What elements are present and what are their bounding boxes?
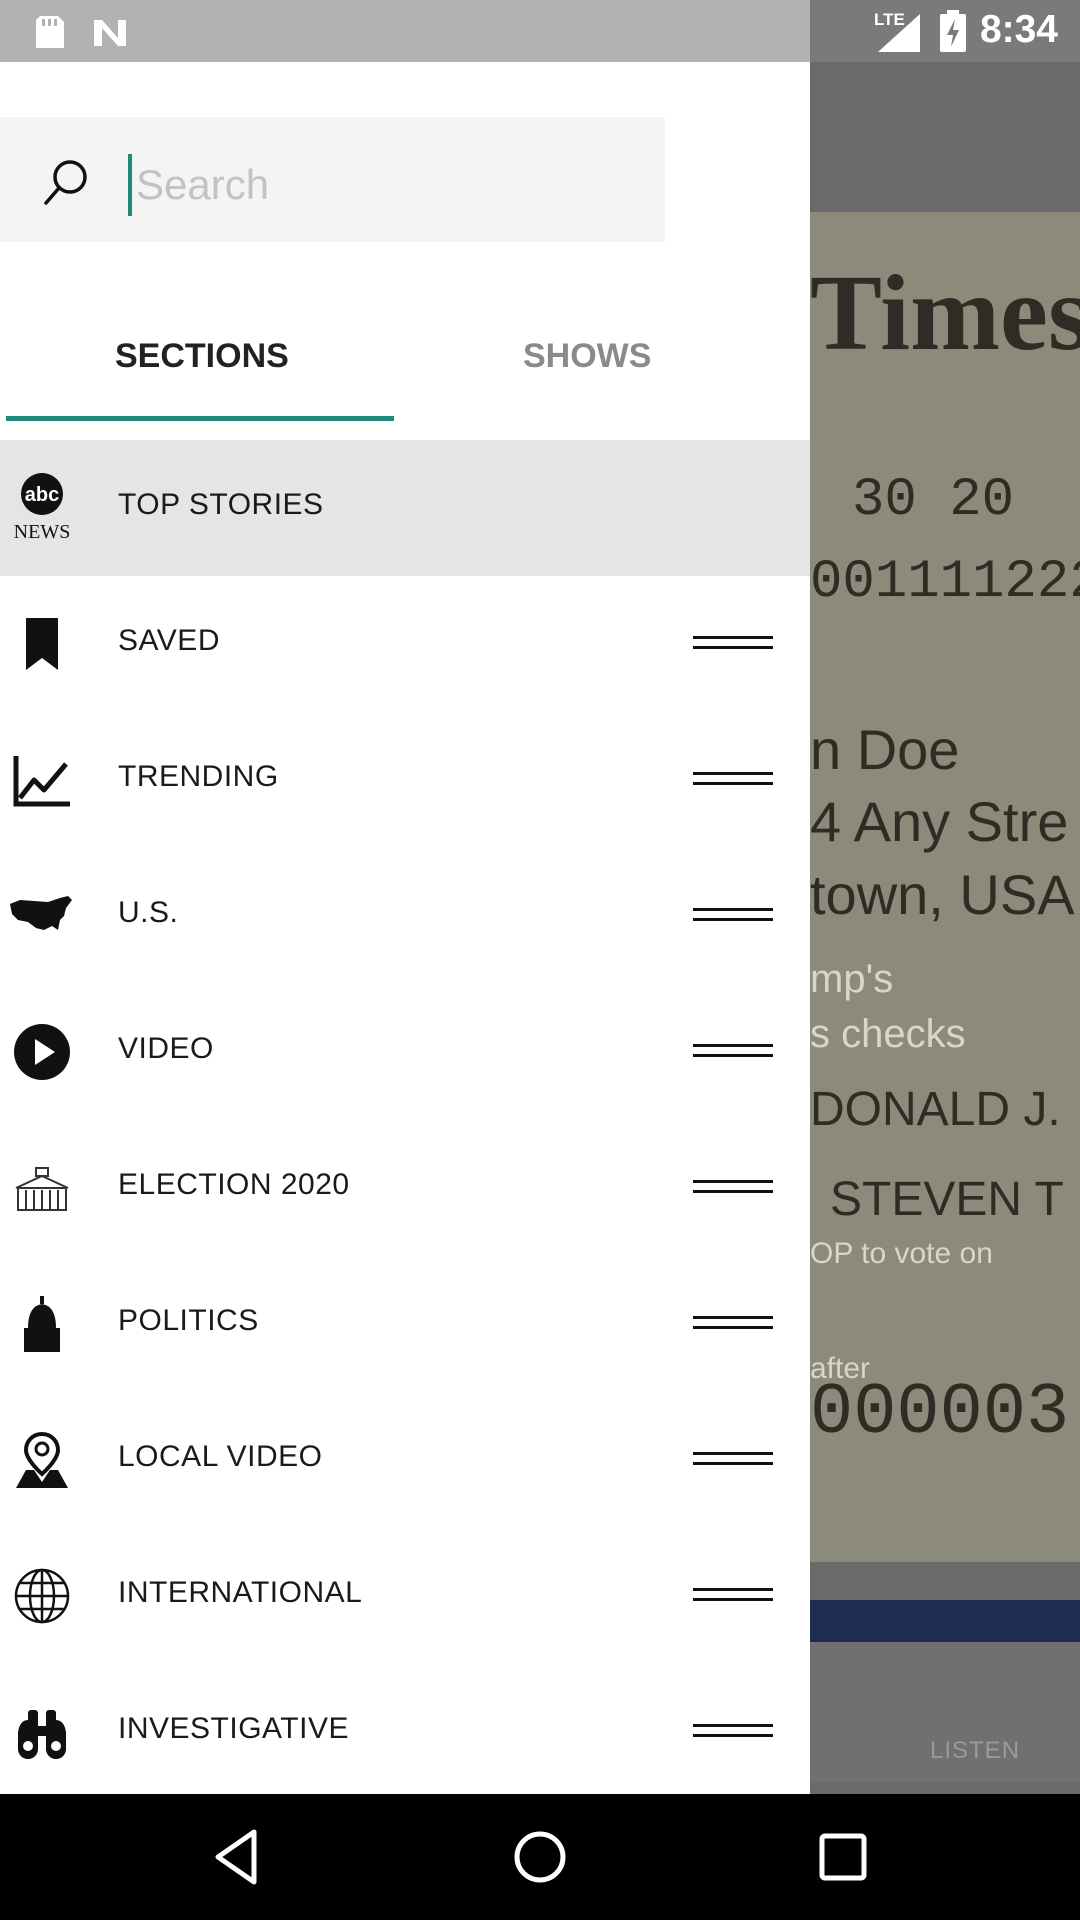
bg-caption1: OP to vote on bbox=[810, 1237, 993, 1270]
drag-handle-icon[interactable] bbox=[693, 1722, 773, 1740]
play-circle-icon bbox=[14, 1024, 70, 1080]
active-tab-indicator bbox=[6, 416, 394, 421]
sd-card-icon bbox=[36, 16, 64, 48]
bg-line1: 30 20 bbox=[852, 470, 1015, 531]
bg-headline-b: s checks bbox=[810, 1012, 966, 1056]
white-house-icon bbox=[15, 1167, 69, 1211]
lte-signal-icon bbox=[878, 14, 920, 52]
sidebar-item-label: TRENDING bbox=[118, 760, 279, 793]
sidebar-item-investigative[interactable]: INVESTIGATIVE bbox=[0, 1664, 810, 1794]
drag-handle-icon[interactable] bbox=[693, 1042, 773, 1060]
sidebar-item-politics[interactable]: POLITICS bbox=[0, 1256, 810, 1392]
map-pin-icon bbox=[16, 1431, 68, 1488]
sidebar-item-label: ELECTION 2020 bbox=[118, 1168, 350, 1201]
search-input[interactable] bbox=[128, 154, 658, 216]
bookmark-icon bbox=[26, 618, 58, 670]
drag-handle-icon[interactable] bbox=[693, 1450, 773, 1468]
bg-micr: 000003 bbox=[810, 1372, 1070, 1454]
bg-blue-strip bbox=[810, 1600, 1080, 1644]
system-navigation-bar bbox=[0, 1794, 1080, 1920]
background-photo: Times 30 20 0011112222 n Doe 4 Any Stre … bbox=[810, 212, 1080, 1562]
sidebar-item-international[interactable]: INTERNATIONAL bbox=[0, 1528, 810, 1664]
sidebar-item-label: U.S. bbox=[118, 896, 179, 929]
tab-shows[interactable]: SHOWS bbox=[523, 337, 651, 376]
drag-handle-icon[interactable] bbox=[693, 634, 773, 652]
bg-masthead: Times bbox=[810, 254, 1080, 373]
globe-icon bbox=[14, 1568, 70, 1624]
abc-news-logo: abc NEWS bbox=[8, 472, 80, 544]
sidebar-item-trending[interactable]: TRENDING bbox=[0, 712, 810, 848]
sidebar-item-video[interactable]: VIDEO bbox=[0, 984, 810, 1120]
bg-line2: 0011112222 bbox=[810, 552, 1080, 613]
bg-city: town, USA bbox=[810, 863, 1075, 926]
drag-handle-icon[interactable] bbox=[693, 770, 773, 788]
listen-tab-label[interactable]: LISTEN bbox=[930, 1737, 1020, 1765]
bg-signer1: DONALD J. bbox=[810, 1083, 1061, 1136]
logo-news-text: NEWS bbox=[14, 521, 71, 543]
sidebar-item-label: LOCAL VIDEO bbox=[118, 1440, 323, 1473]
sidebar-item-local-video[interactable]: LOCAL VIDEO bbox=[0, 1392, 810, 1528]
navigation-drawer: SECTIONS SHOWS abc NEWS TOP STORIES SAVE… bbox=[0, 62, 810, 1794]
bg-headline-a: mp's bbox=[810, 957, 894, 1001]
drag-handle-icon[interactable] bbox=[693, 1178, 773, 1196]
drag-handle-icon[interactable] bbox=[693, 1586, 773, 1604]
background-content[interactable]: Times 30 20 0011112222 n Doe 4 Any Stre … bbox=[810, 62, 1080, 1794]
clock: 8:34 bbox=[979, 8, 1058, 51]
sidebar-item-top-stories[interactable]: abc NEWS TOP STORIES bbox=[0, 440, 810, 576]
sidebar-item-election-2020[interactable]: ELECTION 2020 bbox=[0, 1120, 810, 1256]
drag-handle-icon[interactable] bbox=[693, 1314, 773, 1332]
recents-icon[interactable] bbox=[808, 1822, 878, 1892]
bg-signer2: STEVEN T bbox=[830, 1173, 1064, 1226]
bg-street: 4 Any Stre bbox=[810, 790, 1069, 853]
sidebar-item-label: VIDEO bbox=[118, 1032, 214, 1065]
binoculars-icon bbox=[17, 1710, 67, 1760]
tab-sections[interactable]: SECTIONS bbox=[115, 337, 289, 376]
bg-name: n Doe bbox=[810, 718, 960, 781]
trending-chart-icon bbox=[13, 756, 70, 807]
usa-map-icon bbox=[10, 896, 72, 930]
capitol-dome-icon bbox=[24, 1296, 60, 1352]
back-icon[interactable] bbox=[202, 1822, 272, 1892]
n-app-icon bbox=[94, 20, 126, 46]
sidebar-item-saved[interactable]: SAVED bbox=[0, 576, 810, 712]
home-icon[interactable] bbox=[505, 1822, 575, 1892]
status-bar: LTE 8:34 bbox=[0, 0, 1080, 62]
sidebar-item-label: INTERNATIONAL bbox=[118, 1576, 363, 1609]
battery-charging-icon bbox=[940, 10, 966, 52]
sidebar-item-label: TOP STORIES bbox=[118, 488, 324, 521]
sidebar-item-label: INVESTIGATIVE bbox=[118, 1712, 349, 1745]
sidebar-item-label: SAVED bbox=[118, 624, 220, 657]
drag-handle-icon[interactable] bbox=[693, 906, 773, 924]
sidebar-item-us[interactable]: U.S. bbox=[0, 848, 810, 984]
search-icon[interactable] bbox=[42, 157, 92, 207]
logo-abc-text: abc bbox=[25, 484, 59, 506]
sidebar-item-label: POLITICS bbox=[118, 1304, 259, 1337]
